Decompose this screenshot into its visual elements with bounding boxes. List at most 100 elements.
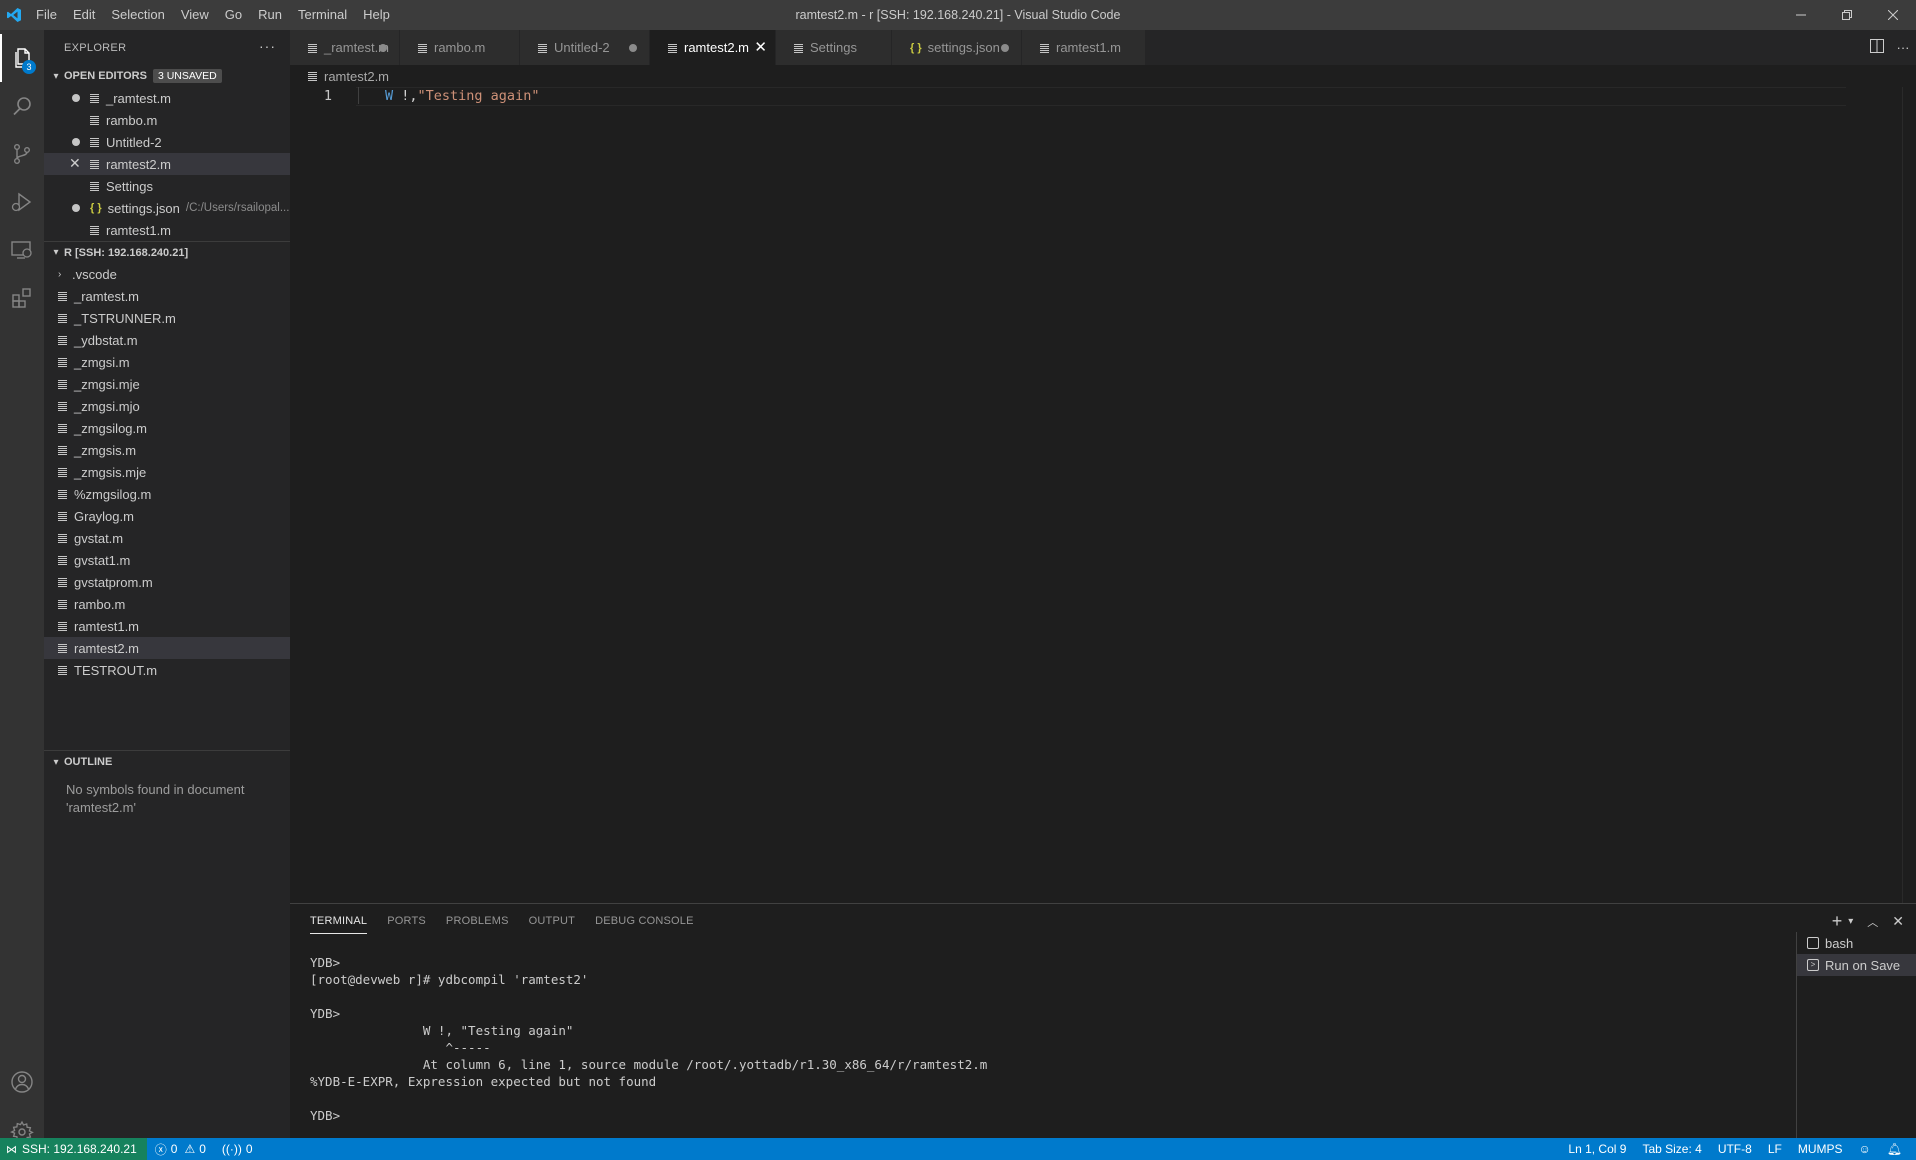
- menu-run[interactable]: Run: [250, 0, 290, 30]
- tab--ramtest-m[interactable]: _ramtest.m: [290, 30, 400, 65]
- unsaved-dot-icon[interactable]: [72, 138, 80, 146]
- open-editors-header[interactable]: ▾ OPEN EDITORS 3 UNSAVED: [44, 65, 290, 87]
- minimize-icon[interactable]: [1778, 0, 1824, 30]
- accounts-icon[interactable]: [0, 1058, 44, 1106]
- explorer-title: EXPLORER: [64, 41, 127, 54]
- split-editor-icon[interactable]: [1864, 39, 1890, 56]
- terminal-output[interactable]: YDB> [root@devweb r]# ydbcompil 'ramtest2…: [310, 954, 1780, 1124]
- source-control-icon[interactable]: [0, 130, 44, 178]
- file-item[interactable]: rambo.m: [44, 593, 290, 615]
- file-icon: [668, 43, 678, 53]
- menu-terminal[interactable]: Terminal: [290, 0, 355, 30]
- extensions-icon[interactable]: [0, 274, 44, 322]
- tab-untitled-2[interactable]: Untitled-2: [520, 30, 650, 65]
- file-item[interactable]: gvstat1.m: [44, 549, 290, 571]
- panel-tab-debug-console[interactable]: DEBUG CONSOLE: [595, 904, 694, 939]
- notifications-bell-icon[interactable]: 🔔︎: [1879, 1142, 1910, 1156]
- encoding[interactable]: UTF-8: [1710, 1142, 1760, 1156]
- file-item[interactable]: _TSTRUNNER.m: [44, 307, 290, 329]
- file-item[interactable]: %zmgsilog.m: [44, 483, 290, 505]
- more-actions-icon[interactable]: ···: [1890, 40, 1916, 55]
- problems-indicator[interactable]: ⓧ 0 ⚠ 0: [147, 1141, 214, 1158]
- file-item[interactable]: gvstatprom.m: [44, 571, 290, 593]
- tab-size[interactable]: Tab Size: 4: [1634, 1142, 1709, 1156]
- unsaved-dot-icon[interactable]: [72, 94, 80, 102]
- end-of-line[interactable]: LF: [1760, 1142, 1790, 1156]
- editor-scrollbar[interactable]: [1902, 87, 1916, 903]
- line-number: 1: [323, 88, 332, 104]
- file-icon: [58, 291, 68, 301]
- terminal-list-item[interactable]: bash: [1797, 932, 1916, 954]
- close-window-icon[interactable]: [1870, 0, 1916, 30]
- file-item[interactable]: _zmgsi.mjo: [44, 395, 290, 417]
- file-item[interactable]: _ydbstat.m: [44, 329, 290, 351]
- tab-ramtest2-m[interactable]: ramtest2.m ✕: [650, 30, 776, 65]
- menu-edit[interactable]: Edit: [65, 0, 103, 30]
- run-debug-icon[interactable]: [0, 178, 44, 226]
- chevron-down-icon[interactable]: ▾: [1848, 916, 1853, 927]
- panel-tab-ports[interactable]: PORTS: [387, 904, 426, 939]
- unsaved-dot-icon[interactable]: [72, 204, 80, 212]
- maximize-panel-icon[interactable]: ︿: [1867, 914, 1878, 930]
- file-item[interactable]: gvstat.m: [44, 527, 290, 549]
- file-item[interactable]: _zmgsi.m: [44, 351, 290, 373]
- feedback-icon[interactable]: ☺: [1851, 1142, 1879, 1156]
- open-editor-item[interactable]: ✕ ramtest2.m: [44, 153, 290, 175]
- panel-tab-terminal[interactable]: TERMINAL: [310, 904, 368, 934]
- open-editor-item[interactable]: Settings: [44, 175, 290, 197]
- file-item[interactable]: _ramtest.m: [44, 285, 290, 307]
- tab-rambo-m[interactable]: rambo.m: [400, 30, 520, 65]
- restore-icon[interactable]: [1824, 0, 1870, 30]
- file-item[interactable]: ramtest1.m: [44, 615, 290, 637]
- folder-item-vscode[interactable]: › .vscode: [44, 263, 290, 285]
- file-item[interactable]: _zmgsilog.m: [44, 417, 290, 439]
- folder-header[interactable]: ▾ R [SSH: 192.168.240.21]: [44, 241, 290, 263]
- close-tab-icon[interactable]: ✕: [754, 38, 767, 56]
- menu-file[interactable]: File: [28, 0, 65, 30]
- file-icon: [58, 599, 68, 609]
- code-editor[interactable]: 1 W !,"Testing again": [290, 87, 1916, 903]
- open-editor-item[interactable]: _ramtest.m: [44, 87, 290, 109]
- menu-selection[interactable]: Selection: [103, 0, 172, 30]
- unsaved-dot-icon[interactable]: [629, 44, 637, 52]
- open-editor-item[interactable]: { } settings.json/C:/Users/rsailopal...: [44, 197, 290, 219]
- search-icon[interactable]: [0, 82, 44, 130]
- explorer-more-icon[interactable]: ···: [259, 38, 276, 54]
- menu-view[interactable]: View: [173, 0, 217, 30]
- cursor-position[interactable]: Ln 1, Col 9: [1560, 1142, 1634, 1156]
- file-item[interactable]: Graylog.m: [44, 505, 290, 527]
- file-item[interactable]: TESTROUT.m: [44, 659, 290, 681]
- tab-ramtest1-m[interactable]: ramtest1.m: [1022, 30, 1146, 65]
- open-editor-item[interactable]: Untitled-2: [44, 131, 290, 153]
- json-file-icon: { }: [910, 41, 922, 54]
- panel-tab-problems[interactable]: PROBLEMS: [446, 904, 509, 939]
- new-terminal-icon[interactable]: +: [1832, 911, 1843, 932]
- terminal-list-item[interactable]: > Run on Save: [1797, 954, 1916, 976]
- file-item[interactable]: _zmgsis.m: [44, 439, 290, 461]
- open-editor-item[interactable]: ramtest1.m: [44, 219, 290, 241]
- remote-label: SSH: 192.168.240.21: [22, 1142, 137, 1156]
- menu-help[interactable]: Help: [355, 0, 398, 30]
- close-panel-icon[interactable]: ✕: [1892, 913, 1904, 930]
- file-item[interactable]: _zmgsis.mje: [44, 461, 290, 483]
- remote-explorer-icon[interactable]: [0, 226, 44, 274]
- unsaved-dot-icon[interactable]: [379, 44, 387, 52]
- close-icon[interactable]: ✕: [69, 155, 81, 172]
- ports-count: 0: [245, 1142, 253, 1156]
- outline-header[interactable]: ▾ OUTLINE: [44, 751, 290, 773]
- unsaved-dot-icon[interactable]: [1001, 44, 1009, 52]
- code-line[interactable]: W !,"Testing again": [358, 87, 539, 106]
- menu-go[interactable]: Go: [217, 0, 250, 30]
- panel-tab-output[interactable]: OUTPUT: [529, 904, 575, 939]
- language-mode[interactable]: MUMPS: [1790, 1142, 1851, 1156]
- file-label: Graylog.m: [74, 508, 134, 524]
- tab-settings[interactable]: Settings: [776, 30, 892, 65]
- breadcrumb[interactable]: ramtest2.m: [290, 65, 389, 87]
- ports-indicator[interactable]: ((·)) 0: [214, 1142, 261, 1156]
- remote-indicator[interactable]: ⋈ SSH: 192.168.240.21: [0, 1138, 147, 1160]
- file-item[interactable]: _zmgsi.mje: [44, 373, 290, 395]
- open-editor-item[interactable]: rambo.m: [44, 109, 290, 131]
- file-item[interactable]: ramtest2.m: [44, 637, 290, 659]
- tab-settings-json[interactable]: { } settings.json: [892, 30, 1022, 65]
- explorer-icon[interactable]: 3: [0, 34, 44, 82]
